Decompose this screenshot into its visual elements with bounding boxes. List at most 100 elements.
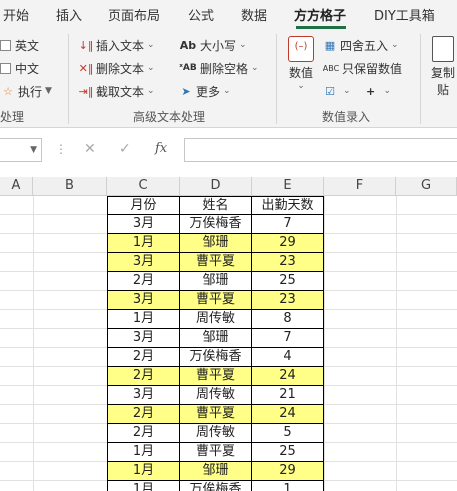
insert-text-button[interactable]: ↓‖ 插入文本 ⌄ <box>78 36 155 54</box>
cell-days[interactable]: 8 <box>252 310 324 329</box>
column-header[interactable]: B <box>33 177 107 196</box>
chevron-down-icon: ⌄ <box>147 63 155 73</box>
cell-days[interactable]: 7 <box>252 215 324 234</box>
tab-diy-toolbox[interactable]: DIY工具箱 <box>374 5 435 24</box>
cell-name[interactable]: 曹平夏 <box>180 443 252 462</box>
cell-name[interactable]: 万俟梅香 <box>180 481 252 491</box>
cell-month[interactable]: 1月 <box>107 462 180 481</box>
delete-text-button[interactable]: ✕‖ 删除文本 ⌄ <box>78 59 155 77</box>
value-button[interactable]: (–) 数值 ⌄ <box>284 36 318 91</box>
formula-input[interactable] <box>184 138 457 162</box>
drag-handle-icon[interactable]: ⋮ <box>55 142 67 156</box>
confirm-icon[interactable]: ✓ <box>119 141 131 157</box>
number-group-label: 数值录入 <box>322 110 371 124</box>
tab-insert[interactable]: 插入 <box>56 5 82 24</box>
value-icon: (–) <box>288 36 314 62</box>
cell-days[interactable]: 23 <box>252 253 324 272</box>
cell-name[interactable]: 曹平夏 <box>180 291 252 310</box>
column-header[interactable]: A <box>0 177 33 196</box>
cell-days[interactable]: 5 <box>252 424 324 443</box>
cell-days[interactable]: 4 <box>252 348 324 367</box>
cell-name[interactable]: 曹平夏 <box>180 253 252 272</box>
cell-month[interactable]: 1月 <box>107 443 180 462</box>
cell-name[interactable]: 邹珊 <box>180 462 252 481</box>
cell-name[interactable]: 万俟梅香 <box>180 215 252 234</box>
extract-text-button[interactable]: ⇥‖ 截取文本 ⌄ <box>78 82 155 100</box>
cell-days[interactable]: 25 <box>252 272 324 291</box>
plus-icon[interactable]: + <box>363 85 379 98</box>
lang-group-label: 处理 <box>0 110 25 124</box>
cell-month[interactable]: 3月 <box>107 291 180 310</box>
cell-month[interactable]: 2月 <box>107 405 180 424</box>
column-header[interactable]: F <box>324 177 396 196</box>
chevron-down-icon[interactable]: ⌄ <box>343 86 351 96</box>
cell-month[interactable]: 2月 <box>107 272 180 291</box>
cancel-icon[interactable]: ✕ <box>84 141 96 157</box>
execute-button[interactable]: ☆ 执行 ▼ <box>0 82 52 100</box>
english-option[interactable]: 英文 <box>0 36 39 54</box>
cell-month[interactable]: 1月 <box>107 481 180 491</box>
chevron-down-icon: ⌄ <box>147 40 155 50</box>
cell-name[interactable]: 曹平夏 <box>180 405 252 424</box>
cell-name[interactable]: 邹珊 <box>180 234 252 253</box>
gridline <box>33 196 34 491</box>
column-header[interactable]: D <box>180 177 252 196</box>
tab-formulas[interactable]: 公式 <box>188 5 214 24</box>
cell-month[interactable]: 3月 <box>107 386 180 405</box>
tab-home[interactable]: 开始 <box>3 5 29 24</box>
cell-name[interactable]: 邹珊 <box>180 329 252 348</box>
cell-days[interactable]: 24 <box>252 367 324 386</box>
case-button[interactable]: Ab 大小写 ⌄ <box>178 36 247 54</box>
cell-days[interactable]: 23 <box>252 291 324 310</box>
chinese-checkbox[interactable] <box>0 62 11 74</box>
cell-days[interactable]: 25 <box>252 443 324 462</box>
header-days[interactable]: 出勤天数 <box>252 196 324 215</box>
cell-name[interactable]: 周传敏 <box>180 386 252 405</box>
chevron-down-icon: ▼ <box>30 145 37 155</box>
round-icon: ▦ <box>324 38 336 52</box>
keep-value-button[interactable]: ABC 只保留数值 <box>322 59 402 77</box>
cell-month[interactable]: 2月 <box>107 424 180 443</box>
column-header[interactable]: E <box>252 177 324 196</box>
english-checkbox[interactable] <box>0 39 11 51</box>
more-button[interactable]: ➤ 更多 ⌄ <box>178 82 230 100</box>
cell-days[interactable]: 1 <box>252 481 324 491</box>
tab-fangfang[interactable]: 方方格子 <box>294 5 346 24</box>
cell-days[interactable]: 21 <box>252 386 324 405</box>
cell-month[interactable]: 3月 <box>107 253 180 272</box>
cell-month[interactable]: 2月 <box>107 348 180 367</box>
tab-data[interactable]: 数据 <box>241 5 267 24</box>
cell-days[interactable]: 29 <box>252 234 324 253</box>
edit-icon[interactable]: ☑ <box>322 85 338 98</box>
chevron-down-icon[interactable]: ⌄ <box>384 86 392 96</box>
chinese-option[interactable]: 中文 <box>0 59 39 77</box>
cell-month[interactable]: 1月 <box>107 310 180 329</box>
copy-paste-button[interactable]: 复制 贴 <box>428 36 457 98</box>
cell-month[interactable]: 2月 <box>107 367 180 386</box>
cell-name[interactable]: 万俟梅香 <box>180 348 252 367</box>
case-icon: Ab <box>179 38 197 52</box>
cell-month[interactable]: 3月 <box>107 215 180 234</box>
cell-name[interactable]: 邹珊 <box>180 272 252 291</box>
cell-days[interactable]: 24 <box>252 405 324 424</box>
header-month[interactable]: 月份 <box>107 196 180 215</box>
cell-days[interactable]: 29 <box>252 462 324 481</box>
value-label: 数值 <box>288 66 313 80</box>
header-name[interactable]: 姓名 <box>180 196 252 215</box>
cell-month[interactable]: 1月 <box>107 234 180 253</box>
cell-month[interactable]: 3月 <box>107 329 180 348</box>
round-button[interactable]: ▦ 四舍五入 ⌄ <box>322 36 399 54</box>
column-header[interactable]: C <box>107 177 180 196</box>
cell-name[interactable]: 周传敏 <box>180 424 252 443</box>
cell-days[interactable]: 7 <box>252 329 324 348</box>
number-tools-row: ☑ ⌄ + ⌄ <box>322 82 391 100</box>
tab-page-layout[interactable]: 页面布局 <box>108 5 160 24</box>
fx-icon[interactable]: fx <box>155 141 167 156</box>
chevron-down-icon: ⌄ <box>147 86 155 96</box>
delete-spaces-button[interactable]: ˣAB 删除空格 ⌄ <box>178 59 258 77</box>
name-box[interactable]: ▼ <box>0 138 42 162</box>
gridline <box>324 196 325 491</box>
column-header[interactable]: G <box>396 177 457 196</box>
cell-name[interactable]: 曹平夏 <box>180 367 252 386</box>
cell-name[interactable]: 周传敏 <box>180 310 252 329</box>
